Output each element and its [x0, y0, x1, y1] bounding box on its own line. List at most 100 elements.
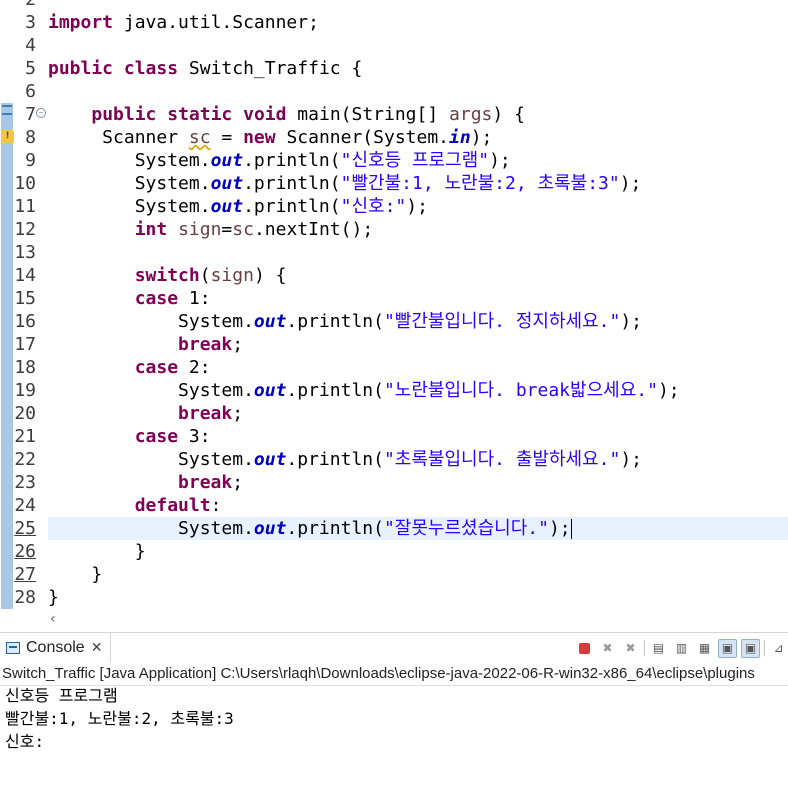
code-token: out — [253, 311, 287, 332]
console-output[interactable]: 신호등 프로그램 빨간불:1, 노란불:2, 초록불:3 신호: — [0, 686, 788, 808]
line-number: 5 — [25, 58, 36, 79]
code-line[interactable]: 12 int sign=sc.nextInt(); — [0, 218, 788, 241]
code-token: ); — [619, 173, 642, 194]
code-token: new — [243, 127, 276, 148]
code-line[interactable]: 17 break; — [0, 333, 788, 356]
code-line[interactable]: 20 break; — [0, 402, 788, 425]
code-line[interactable]: 18 case 2: — [0, 356, 788, 379]
code-text: default: — [48, 494, 222, 517]
code-token: "신호:" — [340, 196, 407, 217]
code-line[interactable]: 4 — [0, 34, 788, 57]
code-token: Scanner(System. — [275, 127, 449, 148]
show-on-stderr-icon[interactable]: ▣ — [741, 638, 760, 658]
code-token: void — [243, 104, 287, 125]
toolbar-separator — [644, 640, 645, 656]
code-text: System.out.println("빨간불입니다. 정지하세요."); — [48, 310, 642, 333]
chevron-left-icon[interactable]: ‹ — [50, 611, 56, 627]
code-line[interactable]: 27 } — [0, 563, 788, 586]
code-text: } — [48, 563, 102, 586]
code-line[interactable]: 24 default: — [0, 494, 788, 517]
code-token: ( — [199, 265, 211, 286]
code-token: ); — [657, 380, 680, 401]
console-output-line: 신호: — [5, 732, 45, 751]
code-line[interactable]: 6 — [0, 80, 788, 103]
code-token: Scanner — [48, 127, 189, 148]
code-line[interactable]: 23 break; — [0, 471, 788, 494]
line-number: 16 — [14, 311, 36, 332]
line-number: 2 — [14, 0, 36, 11]
code-token: case — [134, 426, 179, 447]
code-token: .println( — [286, 518, 384, 539]
code-line[interactable]: 3 import java.util.Scanner; — [0, 11, 788, 34]
show-on-stdout-icon[interactable]: ▣ — [718, 638, 737, 658]
code-token: import — [48, 12, 114, 33]
code-token: ); — [620, 311, 642, 332]
code-token: "초록불입니다. 출발하세요." — [383, 449, 621, 470]
code-text: case 1: — [48, 287, 211, 310]
tab-console[interactable]: Console ✕ — [0, 633, 112, 663]
line-number: 7 — [25, 104, 36, 125]
scroll-lock-icon[interactable]: ▥ — [672, 639, 691, 658]
code-token: 3: — [178, 426, 211, 447]
code-token: ) { — [492, 104, 525, 125]
code-line[interactable]: 15 case 1: — [0, 287, 788, 310]
code-line[interactable]: 14 switch(sign) { — [0, 264, 788, 287]
code-line[interactable]: 16 System.out.println("빨간불입니다. 정지하세요."); — [0, 310, 788, 333]
code-line[interactable]: 25 System.out.println("잘못누르셨습니다."); — [0, 517, 788, 540]
code-line[interactable]: 7− public static void main(String[] args… — [0, 103, 788, 126]
remove-launch-icon[interactable]: ✖ — [598, 639, 617, 658]
horizontal-scrollbar[interactable]: ‹ — [0, 610, 788, 632]
code-text: public static void main(String[] args) { — [48, 103, 525, 126]
code-line[interactable]: 13 — [0, 241, 788, 264]
code-line[interactable]: 5 public class Switch_Traffic { — [0, 57, 788, 80]
code-line[interactable]: 22 System.out.println("초록불입니다. 출발하세요."); — [0, 448, 788, 471]
code-token: .println( — [286, 449, 384, 470]
remove-all-terminated-icon[interactable]: ✖ — [621, 639, 640, 658]
code-text: System.out.println("빨간불:1, 노란불:2, 초록불:3"… — [48, 172, 642, 195]
code-token: break — [178, 334, 233, 355]
word-wrap-icon[interactable]: ▦ — [695, 639, 714, 658]
code-token: out — [210, 173, 244, 194]
code-line[interactable]: 11 System.out.println("신호:"); — [0, 195, 788, 218]
code-line[interactable]: 28} — [0, 586, 788, 609]
warning-icon[interactable]: ! — [1, 130, 14, 143]
code-token: Switch_Traffic { — [178, 58, 363, 79]
code-editor[interactable]: 23 import java.util.Scanner; 45 public clas… — [0, 0, 788, 610]
code-token: ); — [489, 150, 511, 171]
code-line[interactable]: 9 System.out.println("신호등 프로그램"); — [0, 149, 788, 172]
console-output-line: 신호등 프로그램 — [5, 686, 118, 705]
fold-collapse-icon[interactable]: − — [36, 108, 46, 118]
close-icon[interactable]: ✕ — [91, 640, 103, 656]
line-number: 10 — [14, 173, 36, 194]
code-line[interactable]: ! 8 Scanner sc = new Scanner(System.in); — [0, 126, 788, 149]
code-token: "신호등 프로그램" — [340, 150, 490, 171]
code-token: args — [449, 104, 493, 125]
code-token: public — [91, 104, 157, 125]
code-token: .println( — [243, 196, 341, 217]
code-line[interactable]: 26 } — [0, 540, 788, 563]
code-token: switch — [134, 265, 200, 286]
line-number: 22 — [14, 449, 36, 470]
code-line[interactable]: 21 case 3: — [0, 425, 788, 448]
terminate-icon[interactable] — [575, 639, 594, 658]
pin-console-icon[interactable]: ⊿ — [769, 639, 788, 658]
code-text: break; — [48, 471, 243, 494]
code-token: } — [48, 541, 146, 562]
code-token: System. — [48, 380, 254, 401]
code-text: System.out.println("초록불입니다. 출발하세요."); — [48, 448, 642, 471]
clear-console-icon[interactable]: ▤ — [649, 639, 668, 658]
code-line[interactable]: 2 — [0, 0, 788, 11]
code-line[interactable]: 10 System.out.println("빨간불:1, 노란불:2, 초록불… — [0, 172, 788, 195]
line-number: 18 — [14, 357, 36, 378]
code-token: sign — [178, 219, 222, 240]
code-line[interactable]: 19 System.out.println("노란불입니다. break밟으세요… — [0, 379, 788, 402]
line-number: 17 — [14, 334, 36, 355]
code-token: out — [253, 380, 287, 401]
code-text: int sign=sc.nextInt(); — [48, 218, 373, 241]
code-token: sc — [188, 127, 211, 148]
toolbar-separator — [764, 640, 765, 656]
